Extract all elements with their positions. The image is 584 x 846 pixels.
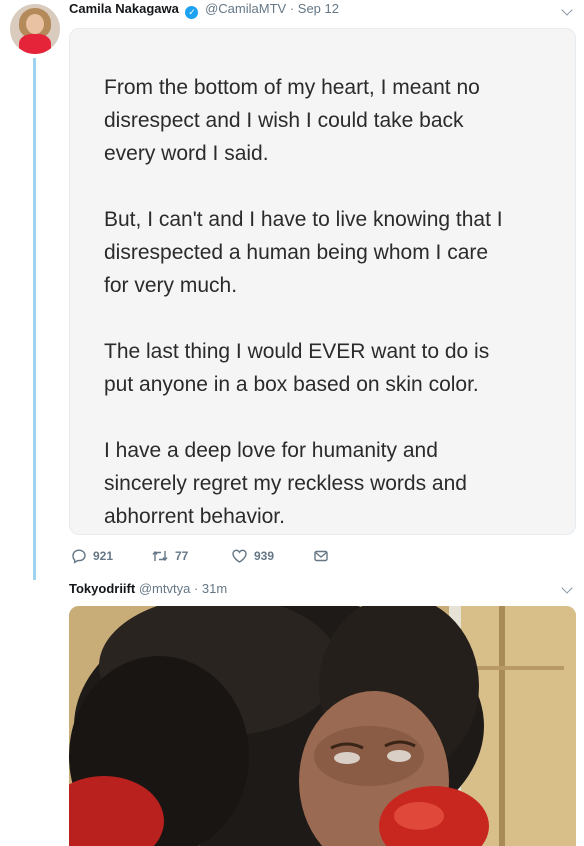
author-handle[interactable]: @mtvtya xyxy=(139,581,190,596)
notes-paragraph: The last thing I would EVER want to do i… xyxy=(104,340,490,396)
notes-image[interactable]: — — — — — — — — — — From the bottom of m… xyxy=(69,28,576,535)
reply-button[interactable]: 921 xyxy=(71,548,113,564)
like-icon xyxy=(232,549,247,563)
thread-line xyxy=(33,58,36,580)
retweet-count: 77 xyxy=(175,549,189,563)
notes-paragraph: I have a deep love for humanity and sinc… xyxy=(104,439,467,528)
reply-count: 921 xyxy=(93,549,114,563)
tweet-header: Tokyodriift @mtvtya · 31m xyxy=(69,581,227,596)
tweet-header: Camila Nakagawa ✓ @CamilaMTV · Sep 12 xyxy=(69,1,339,19)
separator: · xyxy=(193,581,199,596)
retweet-button[interactable]: 77 xyxy=(151,548,188,564)
chevron-down-icon[interactable] xyxy=(561,4,573,16)
chevron-down-icon[interactable] xyxy=(561,582,573,594)
author-name[interactable]: Tokyodriift xyxy=(69,581,135,596)
author-handle[interactable]: @CamilaMTV xyxy=(205,1,286,16)
avatar[interactable] xyxy=(10,4,60,54)
notes-text: From the bottom of my heart, I meant no … xyxy=(104,71,564,534)
verified-icon: ✓ xyxy=(185,6,199,19)
reply-icon xyxy=(72,549,86,564)
separator: · xyxy=(289,1,295,16)
author-name[interactable]: Camila Nakagawa xyxy=(69,1,179,16)
gif-frame xyxy=(69,606,576,846)
tweet-time[interactable]: Sep 12 xyxy=(298,1,339,16)
notes-paragraph: From the bottom of my heart, I meant no … xyxy=(104,76,480,165)
tweet-time[interactable]: 31m xyxy=(202,581,227,596)
gif-media[interactable] xyxy=(69,606,576,846)
tweet-reply: Tokyodriift @mtvtya · 31m xyxy=(0,580,584,846)
retweet-icon xyxy=(152,550,168,562)
message-button[interactable] xyxy=(313,548,329,564)
like-count: 939 xyxy=(254,549,275,563)
notes-paragraph: But, I can't and I have to live knowing … xyxy=(104,208,503,297)
tweet-original: Camila Nakagawa ✓ @CamilaMTV · Sep 12 — … xyxy=(0,0,584,580)
message-icon xyxy=(314,550,328,562)
like-button[interactable]: 939 xyxy=(231,548,274,564)
cropped-text-line: — — — — — — — — — — xyxy=(104,29,370,39)
